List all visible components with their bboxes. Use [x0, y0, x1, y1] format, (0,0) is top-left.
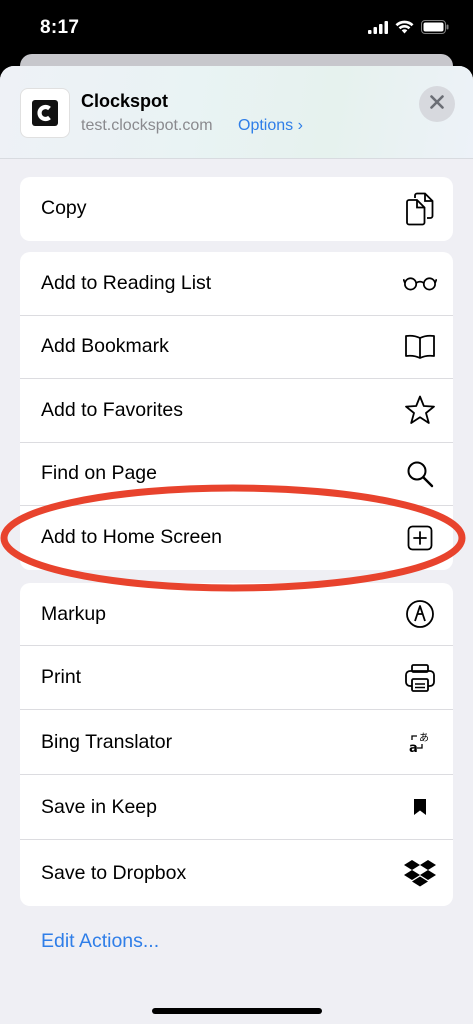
glasses-icon	[403, 266, 437, 300]
close-icon	[430, 94, 444, 114]
translate-icon: aあ	[403, 725, 437, 759]
action-add-bookmark[interactable]: Add Bookmark	[20, 316, 453, 379]
action-label: Save to Dropbox	[41, 861, 187, 884]
svg-text:a: a	[409, 741, 418, 754]
signal-icon	[368, 20, 388, 39]
action-label: Save in Keep	[41, 795, 158, 818]
status-time: 8:17	[40, 17, 80, 38]
dropbox-icon	[403, 856, 437, 890]
action-add-to-home-screen[interactable]: Add to Home Screen	[20, 506, 453, 570]
action-label: Add to Favorites	[41, 398, 183, 421]
star-icon	[403, 393, 437, 427]
svg-text:あ: あ	[419, 732, 429, 744]
status-icons	[368, 20, 449, 39]
action-label: Copy	[41, 197, 87, 220]
status-bar: 8:17	[0, 0, 473, 60]
action-save-in-keep[interactable]: Save in Keep	[20, 775, 453, 840]
printer-icon	[403, 661, 437, 695]
app-title: Clockspot	[81, 91, 169, 111]
plus-square-icon	[403, 521, 437, 555]
action-group-extensions: Markup Print Bing Translator aあ Save in …	[20, 583, 453, 906]
close-button[interactable]	[419, 86, 455, 122]
action-label: Add to Home Screen	[41, 526, 223, 549]
action-group-browser: Add to Reading List Add Bookmark Add to …	[20, 252, 453, 570]
markup-icon	[403, 597, 437, 631]
edit-actions-link[interactable]: Edit Actions...	[41, 930, 159, 953]
action-label: Markup	[41, 602, 107, 625]
wifi-icon	[395, 20, 414, 39]
action-label: Add Bookmark	[41, 335, 169, 358]
share-sheet: Clockspot test.clockspot.com Options › C…	[0, 66, 473, 1024]
action-save-to-dropbox[interactable]: Save to Dropbox	[20, 840, 453, 906]
action-group-copy: Copy	[20, 177, 453, 241]
action-add-to-reading-list[interactable]: Add to Reading List	[20, 252, 453, 316]
action-bing-translator[interactable]: Bing Translator aあ	[20, 710, 453, 775]
action-copy[interactable]: Copy	[20, 177, 453, 241]
search-icon	[403, 457, 437, 491]
battery-icon	[421, 20, 449, 39]
app-url: test.clockspot.com	[81, 117, 213, 134]
action-find-on-page[interactable]: Find on Page	[20, 443, 453, 506]
action-label: Find on Page	[41, 462, 158, 485]
action-print[interactable]: Print	[20, 646, 453, 710]
copy-icon	[403, 192, 437, 226]
app-icon	[20, 88, 70, 138]
share-sheet-header: Clockspot test.clockspot.com Options ›	[0, 66, 473, 159]
action-label: Add to Reading List	[41, 271, 212, 294]
bookmark-filled-icon	[403, 790, 437, 824]
options-link[interactable]: Options ›	[238, 117, 303, 135]
home-indicator	[152, 1008, 322, 1014]
action-label: Print	[41, 666, 82, 688]
action-markup[interactable]: Markup	[20, 583, 453, 646]
action-add-to-favorites[interactable]: Add to Favorites	[20, 379, 453, 443]
book-icon	[403, 330, 437, 364]
action-label: Bing Translator	[41, 730, 173, 753]
